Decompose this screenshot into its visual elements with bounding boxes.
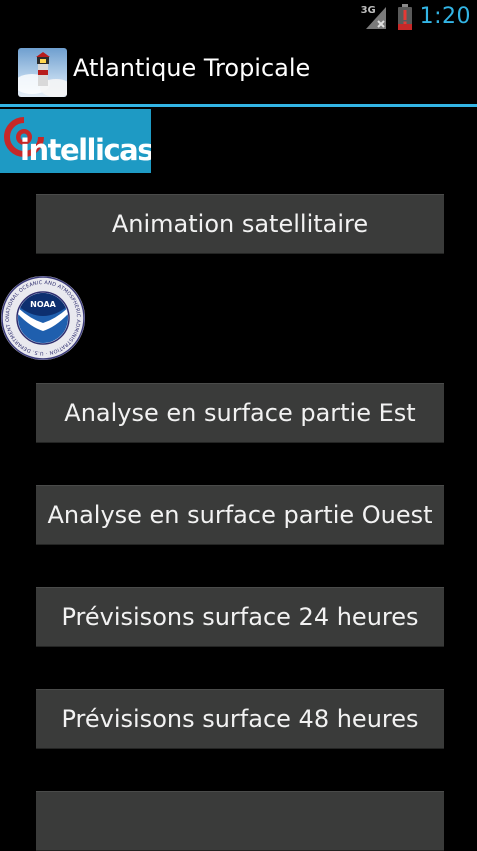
forecast-48h-button[interactable]: Prévisisons surface 48 heures [36,689,444,749]
status-bar: 3G 1:20 [0,0,477,33]
intellicast-logo-text: intellicast [20,133,151,167]
partially-visible-button[interactable] [36,791,444,851]
app-lighthouse-icon[interactable] [18,48,67,97]
status-clock: 1:20 [419,4,471,29]
forecast-24h-button[interactable]: Prévisisons surface 24 heures [36,587,444,647]
action-bar-divider [0,104,477,107]
surface-analysis-west-button[interactable]: Analyse en surface partie Ouest [36,485,444,545]
signal-icon: 3G [360,3,388,31]
noaa-logo-text: NOAA [30,300,56,309]
battery-low-icon [397,3,412,30]
intellicast-logo[interactable]: intellicast [0,109,151,173]
surface-analysis-east-button[interactable]: Analyse en surface partie Est [36,383,444,443]
animation-satellite-button[interactable]: Animation satellitaire [36,194,444,254]
app-title: Atlantique Tropicale [73,54,311,82]
status-icons: 3G 1:20 [360,0,471,33]
network-type-label: 3G [360,4,376,16]
action-bar: Atlantique Tropicale [0,33,477,105]
noaa-logo[interactable]: NATIONAL OCEANIC AND ATMOSPHERIC ADMINIS… [0,271,86,361]
